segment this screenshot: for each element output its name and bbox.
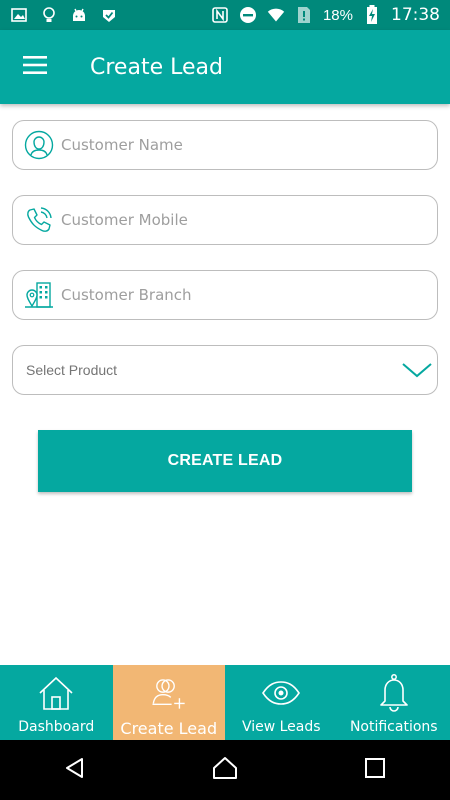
create-lead-form: Select Product [12, 120, 438, 395]
select-product-dropdown[interactable]: Select Product [12, 345, 438, 395]
nav-notifications[interactable]: Notifications [338, 665, 450, 740]
person-icon [23, 129, 55, 161]
no-sim-icon [295, 6, 313, 24]
customer-name-field-container [12, 120, 438, 170]
back-button[interactable] [45, 740, 105, 800]
eye-icon [261, 673, 301, 713]
nav-notifications-label: Notifications [349, 719, 438, 735]
bottom-navigation: Dashboard Create Lead View Leads Notific… [0, 665, 450, 740]
create-lead-button[interactable]: CREATE LEAD [38, 430, 412, 492]
home-outline-icon [212, 756, 238, 785]
home-icon [36, 673, 76, 713]
page-title: Create Lead [90, 54, 223, 80]
hamburger-menu-icon [23, 55, 47, 79]
customer-branch-field-container [12, 270, 438, 320]
battery-percent: 18% [322, 6, 353, 24]
nav-view-leads[interactable]: View Leads [225, 665, 338, 740]
do-not-disturb-icon [239, 6, 257, 24]
wifi-icon [267, 6, 285, 24]
android-icon [70, 6, 88, 24]
image-icon [10, 6, 28, 24]
clock: 17:38 [391, 5, 440, 25]
customer-mobile-field-container [12, 195, 438, 245]
customer-mobile-input[interactable] [61, 211, 427, 229]
back-triangle-icon [63, 756, 87, 785]
home-button[interactable] [195, 740, 255, 800]
battery-charging-icon [363, 5, 381, 24]
chevron-down-icon [397, 350, 437, 390]
check-app-icon [100, 6, 118, 24]
app-bar: Create Lead [0, 30, 450, 104]
nav-create-lead-label: Create Lead [120, 719, 218, 738]
bell-icon [374, 673, 414, 713]
nav-dashboard-label: Dashboard [18, 719, 95, 735]
nav-view-leads-label: View Leads [241, 719, 321, 735]
lightbulb-icon [40, 6, 58, 24]
nav-dashboard[interactable]: Dashboard [0, 665, 113, 740]
customer-branch-input[interactable] [61, 286, 427, 304]
nfc-icon [211, 6, 229, 24]
recents-square-icon [364, 757, 386, 784]
status-bar: 18% 17:38 [0, 0, 450, 30]
branch-location-icon [23, 279, 55, 311]
select-product-label: Select Product [26, 362, 118, 378]
phone-icon [23, 204, 55, 236]
nav-create-lead[interactable]: Create Lead [112, 665, 225, 740]
recents-button[interactable] [345, 740, 405, 800]
add-user-icon [149, 673, 189, 713]
customer-name-input[interactable] [61, 136, 427, 154]
system-navigation-bar [0, 740, 450, 800]
menu-button[interactable] [0, 30, 70, 104]
